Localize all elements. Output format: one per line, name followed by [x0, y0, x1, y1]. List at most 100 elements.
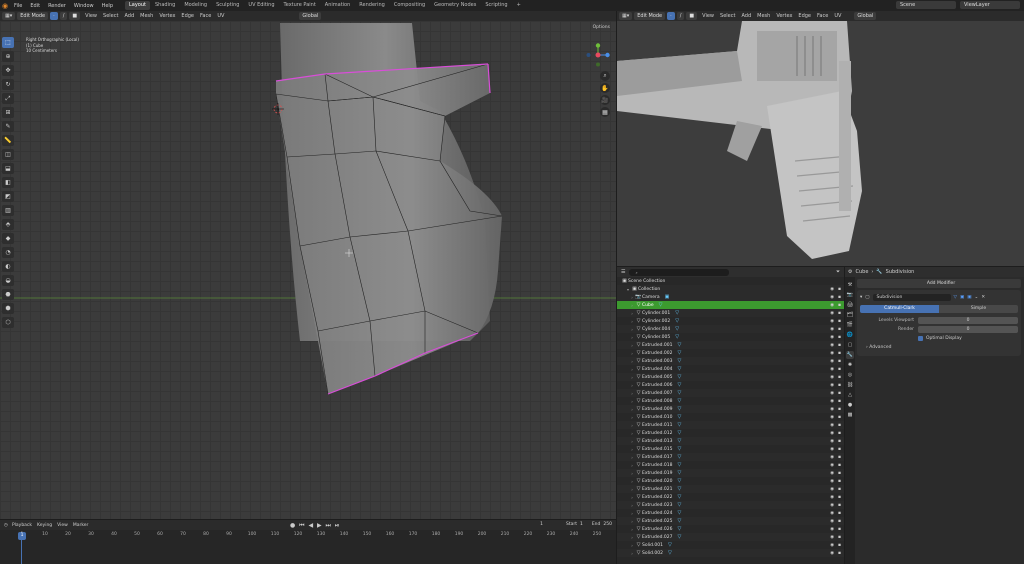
- outliner-item[interactable]: › ▽ Extruded.015 ▽ ◉ ▪: [617, 445, 844, 453]
- visibility-eye-icon[interactable]: ◉: [830, 399, 834, 404]
- outliner-collection[interactable]: ▾ ▣ Collection ◉ ▪: [617, 285, 844, 293]
- render-camera-icon[interactable]: ▪: [838, 447, 841, 452]
- visibility-eye-icon[interactable]: ◉: [830, 447, 834, 452]
- view-layer-tab-icon[interactable]: 🗂: [846, 311, 854, 319]
- outliner-item[interactable]: › ▽ Extruded.018 ▽ ◉ ▪: [617, 461, 844, 469]
- workspace-tab-layout[interactable]: Layout: [125, 1, 150, 10]
- workspace-tab-shading[interactable]: Shading: [151, 1, 179, 10]
- visibility-eye-icon[interactable]: ◉: [830, 511, 834, 516]
- outliner-item[interactable]: › ▽ Extruded.025 ▽ ◉ ▪: [617, 517, 844, 525]
- visibility-eye-icon[interactable]: ◉: [830, 407, 834, 412]
- visibility-eye-icon[interactable]: ◉: [830, 367, 834, 372]
- visibility-eye-icon[interactable]: ◉: [830, 359, 834, 364]
- right-viewport-menu-vertex[interactable]: Vertex: [773, 13, 795, 19]
- spin-tool-icon[interactable]: ◔: [2, 247, 14, 258]
- outliner-item[interactable]: › ▽ Extruded.004 ▽ ◉ ▪: [617, 365, 844, 373]
- camera-view-icon[interactable]: 🎥: [600, 95, 610, 105]
- workspace-tab-scripting[interactable]: Scripting: [481, 1, 511, 10]
- shrink-fatten-tool-icon[interactable]: ⬣: [2, 289, 14, 300]
- outliner-item[interactable]: › ▽ Extruded.002 ▽ ◉ ▪: [617, 349, 844, 357]
- viewport-toggle-icon[interactable]: ▣: [960, 295, 964, 300]
- outliner-item[interactable]: › ▽ Solid.002 ▽ ◉ ▪: [617, 549, 844, 557]
- add-cube-tool-icon[interactable]: ◫: [2, 149, 14, 160]
- extrude-tool-icon[interactable]: ⬓: [2, 163, 14, 174]
- render-camera-icon[interactable]: ▪: [838, 319, 841, 324]
- visibility-eye-icon[interactable]: ◉: [830, 383, 834, 388]
- start-frame-field[interactable]: 1: [580, 522, 583, 527]
- visibility-eye-icon[interactable]: ◉: [830, 303, 834, 308]
- right-face-select-button[interactable]: ■: [686, 12, 698, 20]
- workspace-tab-animation[interactable]: Animation: [321, 1, 355, 10]
- menu-window[interactable]: Window: [70, 3, 98, 9]
- scene-tab-icon[interactable]: 🎬: [846, 321, 854, 329]
- add-modifier-button[interactable]: Add Modifier: [857, 279, 1021, 288]
- render-camera-icon[interactable]: ▪: [838, 495, 841, 500]
- current-frame-field[interactable]: 1: [540, 522, 543, 527]
- transform-tool-icon[interactable]: ⊞: [2, 107, 14, 118]
- rip-tool-icon[interactable]: ⬡: [2, 317, 14, 328]
- particles-tab-icon[interactable]: ✺: [846, 361, 854, 369]
- render-camera-icon[interactable]: ▪: [838, 375, 841, 380]
- outliner-item[interactable]: › ▽ Cylinder.004 ▽ ◉ ▪: [617, 325, 844, 333]
- workspace-tab-compositing[interactable]: Compositing: [390, 1, 429, 10]
- blender-logo-icon[interactable]: ◉: [0, 0, 10, 11]
- workspace-tab-sculpting[interactable]: Sculpting: [212, 1, 243, 10]
- render-tab-icon[interactable]: 📷: [846, 291, 854, 299]
- render-camera-icon[interactable]: ▪: [838, 295, 841, 300]
- loop-cut-tool-icon[interactable]: ▥: [2, 205, 14, 216]
- timeline-editor-icon[interactable]: ◷: [4, 523, 8, 528]
- visibility-eye-icon[interactable]: ◉: [830, 375, 834, 380]
- render-camera-icon[interactable]: ▪: [838, 503, 841, 508]
- render-camera-icon[interactable]: ▪: [838, 407, 841, 412]
- workspace-tab-uv-editing[interactable]: UV Editing: [244, 1, 278, 10]
- render-camera-icon[interactable]: ▪: [838, 383, 841, 388]
- cursor-tool-icon[interactable]: ⊕: [2, 51, 14, 62]
- render-camera-icon[interactable]: ▪: [838, 439, 841, 444]
- visibility-eye-icon[interactable]: ◉: [830, 319, 834, 324]
- visibility-eye-icon[interactable]: ◉: [830, 551, 834, 556]
- render-camera-icon[interactable]: ▪: [838, 463, 841, 468]
- visibility-eye-icon[interactable]: ◉: [830, 287, 834, 292]
- properties-editor-icon[interactable]: ⚙: [848, 269, 852, 275]
- right-viewport-menu-select[interactable]: Select: [717, 13, 738, 19]
- right-transform-orientation-dropdown[interactable]: Global: [854, 12, 877, 20]
- scene-selector[interactable]: Scene: [896, 1, 956, 9]
- outliner-item[interactable]: › ▽ Extruded.026 ▽ ◉ ▪: [617, 525, 844, 533]
- timeline-menu-keying[interactable]: Keying: [37, 523, 52, 528]
- outliner-item[interactable]: › ▽ Extruded.020 ▽ ◉ ▪: [617, 477, 844, 485]
- modifier-dropdown-icon[interactable]: ⌄: [975, 295, 979, 300]
- right-viewport-menu-mesh[interactable]: Mesh: [754, 13, 773, 19]
- visibility-eye-icon[interactable]: ◉: [830, 471, 834, 476]
- visibility-eye-icon[interactable]: ◉: [830, 423, 834, 428]
- pan-hand-icon[interactable]: ✋: [600, 83, 610, 93]
- render-camera-icon[interactable]: ▪: [838, 335, 841, 340]
- outliner-item[interactable]: › ▽ Extruded.021 ▽ ◉ ▪: [617, 485, 844, 493]
- visibility-eye-icon[interactable]: ◉: [830, 439, 834, 444]
- menu-render[interactable]: Render: [44, 3, 70, 9]
- render-camera-icon[interactable]: ▪: [838, 391, 841, 396]
- render-camera-icon[interactable]: ▪: [838, 343, 841, 348]
- outliner-item[interactable]: › ▽ Extruded.017 ▽ ◉ ▪: [617, 453, 844, 461]
- timeline-menu-marker[interactable]: Marker: [73, 523, 89, 528]
- visibility-eye-icon[interactable]: ◉: [830, 455, 834, 460]
- outliner-item[interactable]: › ▽ Extruded.006 ▽ ◉ ▪: [617, 381, 844, 389]
- right-editor-type-button[interactable]: ▦▾: [619, 12, 633, 20]
- render-camera-icon[interactable]: ▪: [838, 327, 841, 332]
- outliner-item[interactable]: › ▽ Extruded.009 ▽ ◉ ▪: [617, 405, 844, 413]
- outliner-item[interactable]: › ▽ Extruded.007 ▽ ◉ ▪: [617, 389, 844, 397]
- filter-icon[interactable]: ⏷: [836, 269, 840, 275]
- outliner-item[interactable]: › ▽ Cylinder.005 ▽ ◉ ▪: [617, 333, 844, 341]
- advanced-subpanel[interactable]: › Advanced: [860, 343, 1018, 352]
- render-camera-icon[interactable]: ▪: [838, 359, 841, 364]
- timeline-menu-playback[interactable]: Playback: [12, 523, 32, 528]
- visibility-eye-icon[interactable]: ◉: [830, 527, 834, 532]
- outliner-item[interactable]: › ▽ Extruded.005 ▽ ◉ ▪: [617, 373, 844, 381]
- right-3d-viewport[interactable]: ▦▾ Edit Mode · / ■ View Select Add Mesh Vert…: [617, 11, 1024, 266]
- visibility-eye-icon[interactable]: ◉: [830, 343, 834, 348]
- visibility-eye-icon[interactable]: ◉: [830, 495, 834, 500]
- modifier-tab-icon[interactable]: 🔧: [846, 351, 854, 359]
- menu-edit[interactable]: Edit: [26, 3, 44, 9]
- right-vertex-select-button[interactable]: ·: [667, 12, 675, 20]
- render-camera-icon[interactable]: ▪: [838, 519, 841, 524]
- outliner-item[interactable]: › ▽ Extruded.001 ▽ ◉ ▪: [617, 341, 844, 349]
